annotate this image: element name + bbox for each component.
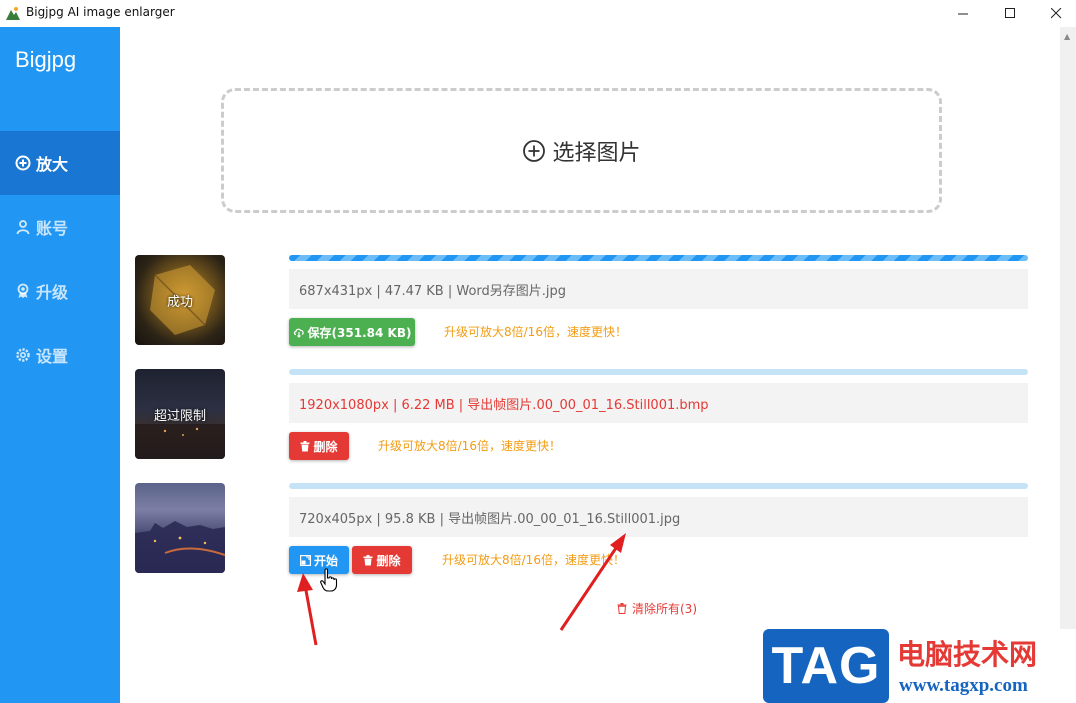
file-progress-bar [289, 255, 1028, 261]
watermark-url: www.tagxp.com [899, 675, 1028, 696]
close-icon [1050, 8, 1061, 19]
sidebar: Bigjpg 放大 账号 升级 设置 [0, 27, 120, 703]
minimize-button[interactable] [940, 0, 986, 27]
vertical-scrollbar[interactable] [1060, 27, 1076, 703]
save-button[interactable]: 保存(351.84 KB) [289, 318, 415, 346]
maximize-icon [1004, 8, 1015, 18]
file-thumbnail [135, 483, 225, 573]
delete-button-label: 删除 [376, 553, 401, 568]
scroll-up-icon[interactable]: ▲ [1064, 32, 1070, 41]
watermark-logo: TAG 电脑技术网 www.tagxp.com [763, 629, 1076, 703]
start-button[interactable]: 开始 [289, 546, 349, 574]
sidebar-item-upgrade[interactable]: 升级 [0, 259, 120, 323]
watermark-site-name: 电脑技术网 [897, 638, 1038, 671]
sidebar-item-account[interactable]: 账号 [0, 195, 120, 259]
award-icon [17, 283, 29, 298]
file-info: 687x431px | 47.47 KB | Word另存图片.jpg [289, 269, 1028, 309]
clear-all-label: 清除所有(3) [632, 602, 697, 616]
title-bar: Bigjpg AI image enlarger [0, 0, 1076, 27]
file-thumbnail: 成功 [135, 255, 225, 345]
file-info: 720x405px | 95.8 KB | 导出帧图片.00_00_01_16.… [289, 497, 1028, 537]
sidebar-item-label: 放大 [36, 155, 69, 174]
window-title: Bigjpg AI image enlarger [26, 5, 175, 19]
trash-icon [617, 603, 627, 614]
delete-button[interactable]: 删除 [289, 432, 349, 460]
start-button-label: 开始 [313, 553, 338, 568]
cloud-download-icon [293, 328, 304, 338]
sidebar-item-settings[interactable]: 设置 [0, 323, 120, 387]
upgrade-tip[interactable]: 升级可放大8倍/16倍，速度更快！ [378, 437, 561, 454]
file-progress-bar [289, 483, 1028, 489]
sidebar-item-label: 账号 [36, 219, 69, 238]
save-button-label: 保存(351.84 KB) [307, 325, 412, 340]
clear-all-link[interactable]: 清除所有(3) [617, 600, 697, 617]
trash-icon [363, 554, 373, 565]
minimize-icon [957, 13, 968, 15]
app-logo-icon [6, 7, 20, 20]
hand-cursor-icon [320, 568, 338, 592]
close-button[interactable] [1033, 0, 1076, 27]
expand-icon [299, 554, 311, 566]
sidebar-item-enlarge[interactable]: 放大 [0, 131, 120, 195]
user-icon [16, 220, 30, 235]
upgrade-tip[interactable]: 升级可放大8倍/16倍，速度更快！ [442, 551, 625, 568]
plus-circle-icon [15, 155, 31, 171]
plus-circle-icon [523, 139, 546, 162]
upgrade-tip[interactable]: 升级可放大8倍/16倍，速度更快！ [444, 323, 627, 340]
trash-icon [300, 440, 310, 451]
select-image-label: 选择图片 [552, 140, 641, 166]
maximize-button[interactable] [987, 0, 1033, 27]
sidebar-item-label: 设置 [36, 347, 69, 366]
file-thumbnail: 超过限制 [135, 369, 225, 459]
file-info: 1920x1080px | 6.22 MB | 导出帧图片.00_00_01_1… [289, 383, 1028, 423]
select-image-dropzone[interactable]: 选择图片 [221, 88, 942, 213]
file-status-label: 超过限制 [153, 408, 206, 424]
file-progress-bar [289, 369, 1028, 375]
delete-button-label: 删除 [313, 439, 338, 454]
city-night-image [135, 521, 225, 573]
watermark-tag: TAG [763, 629, 889, 703]
file-status-label: 成功 [166, 294, 193, 310]
sidebar-item-label: 升级 [36, 283, 69, 302]
gear-icon [16, 348, 30, 362]
brand-title: Bigjpg [15, 47, 77, 72]
delete-button[interactable]: 删除 [352, 546, 412, 574]
